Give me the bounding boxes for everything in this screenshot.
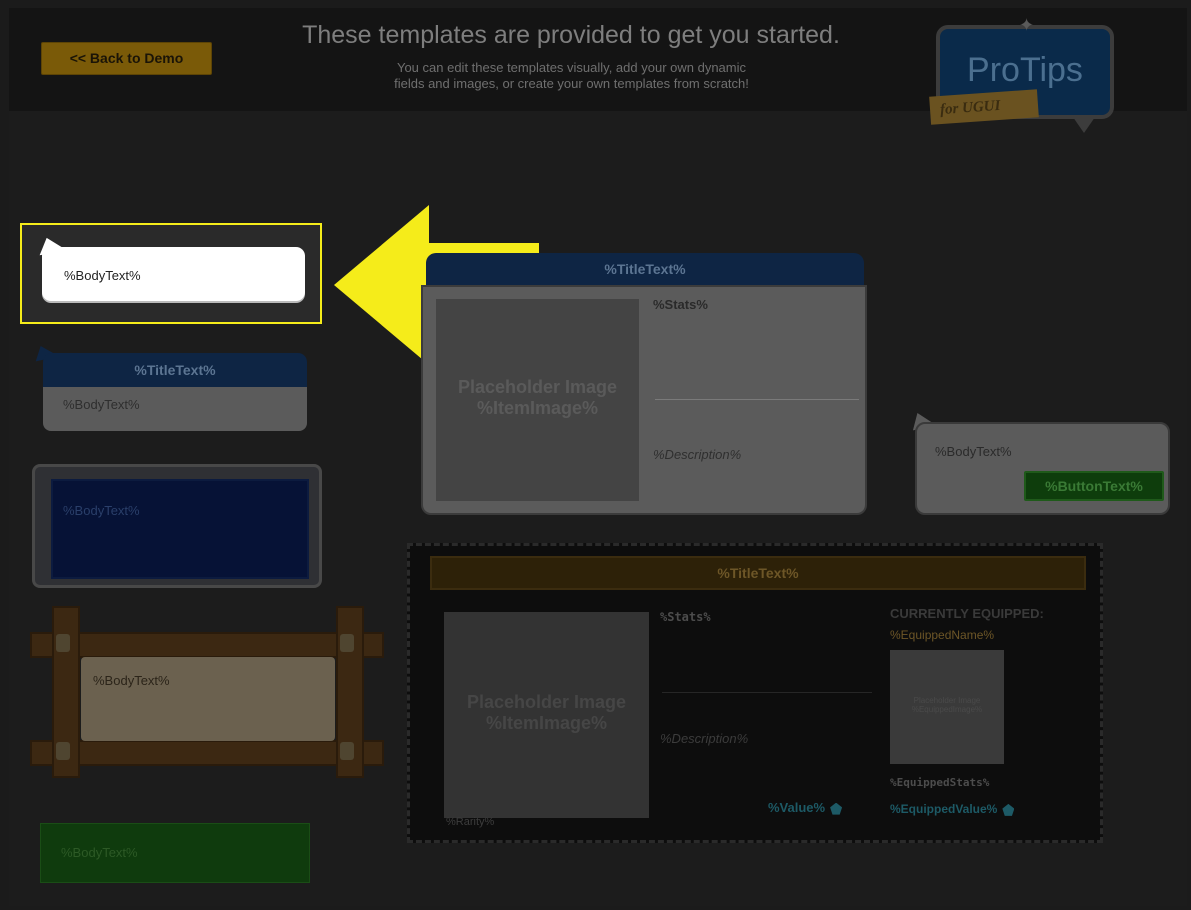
wood-beam-top <box>30 632 384 658</box>
template-green-box[interactable]: %BodyText% <box>40 823 310 883</box>
template-compare-card[interactable]: %TitleText% Placeholder Image %ItemImage… <box>407 543 1103 843</box>
template-wood-frame[interactable]: %BodyText% <box>26 604 386 778</box>
sparkle-icon: ✦ <box>1019 15 1035 35</box>
subtitle-line-2: fields and images, or create your own te… <box>394 76 749 91</box>
template-scifi-frame[interactable]: %BodyText% <box>32 464 322 588</box>
gem-icon <box>1002 803 1015 816</box>
placeholder-field: %EquippedImage% <box>911 705 983 714</box>
scifi-frame-body: %BodyText% <box>63 503 140 518</box>
selected-template-simple-bubble[interactable]: %BodyText% <box>20 223 322 324</box>
template-title-bubble[interactable]: %TitleText% %BodyText% <box>32 342 307 432</box>
button-bubble-body: %BodyText% %ButtonText% <box>915 422 1170 515</box>
compare-card-rarity: %Rarity% <box>446 816 495 828</box>
gem-icon <box>830 802 843 815</box>
rope-knot <box>340 742 354 760</box>
divider <box>655 399 859 400</box>
placeholder-field: %ItemImage% <box>476 398 599 418</box>
compare-item-image-placeholder: Placeholder Image %ItemImage% <box>444 612 649 818</box>
equipped-name: %EquippedName% <box>890 628 995 642</box>
title-bubble-title: %TitleText% <box>43 353 307 387</box>
wood-beam-bottom <box>30 740 384 766</box>
page-title: These templates are provided to get you … <box>302 21 840 49</box>
item-card-title: %TitleText% <box>426 253 864 285</box>
equipped-value: %EquippedValue% <box>890 802 1015 816</box>
rope-knot <box>340 634 354 652</box>
compare-card-stats: %Stats% <box>660 610 711 624</box>
subtitle-line-1: You can edit these templates visually, a… <box>396 60 747 75</box>
equipped-image-placeholder: Placeholder Image %EquippedImage% <box>890 650 1004 764</box>
placeholder-label: Placeholder Image <box>457 377 618 397</box>
logo-title: ProTips <box>967 51 1083 89</box>
page-subtitle: You can edit these templates visually, a… <box>299 60 844 92</box>
item-card-body: Placeholder Image %ItemImage% %Stats% %D… <box>421 285 867 515</box>
compare-card-value: %Value% <box>768 800 843 815</box>
value-text: %Value% <box>768 800 826 815</box>
equipped-heading: CURRENTLY EQUIPPED: <box>890 606 1044 621</box>
compare-card-title: %TitleText% <box>430 556 1086 590</box>
header-bar: << Back to Demo These templates are prov… <box>9 8 1187 133</box>
protips-logo: ProTips ✦ for UGUI <box>926 15 1116 143</box>
template-gallery-screen: << Back to Demo These templates are prov… <box>9 8 1187 906</box>
item-card-stats: %Stats% <box>653 297 708 312</box>
placeholder-field: %ItemImage% <box>485 713 608 733</box>
template-item-card[interactable]: %TitleText% Placeholder Image %ItemImage… <box>421 253 867 517</box>
green-box-body: %BodyText% <box>61 845 138 860</box>
item-image-placeholder: Placeholder Image %ItemImage% <box>436 299 639 501</box>
placeholder-label: Placeholder Image <box>466 692 627 712</box>
placeholder-label: Placeholder Image <box>913 696 981 705</box>
rope-knot <box>56 634 70 652</box>
bubble-body-text: %BodyText% <box>64 268 141 283</box>
compare-card-description: %Description% <box>660 731 749 746</box>
button-bubble-text: %BodyText% <box>935 444 1012 459</box>
scifi-frame-panel: %BodyText% <box>51 479 309 579</box>
white-speech-bubble: %BodyText% <box>42 247 305 301</box>
title-bubble-body: %BodyText% <box>43 387 307 431</box>
wood-frame-body: %BodyText% <box>93 673 170 688</box>
item-card-description: %Description% <box>653 447 742 462</box>
equipped-value-text: %EquippedValue% <box>890 802 998 816</box>
template-button-bubble[interactable]: %BodyText% %ButtonText% <box>909 409 1170 517</box>
bubble-action-button[interactable]: %ButtonText% <box>1024 471 1164 501</box>
divider <box>662 692 872 693</box>
parchment-panel: %BodyText% <box>81 657 335 741</box>
equipped-stats: %EquippedStats% <box>890 776 990 789</box>
back-to-demo-button[interactable]: << Back to Demo <box>41 42 212 75</box>
rope-knot <box>56 742 70 760</box>
